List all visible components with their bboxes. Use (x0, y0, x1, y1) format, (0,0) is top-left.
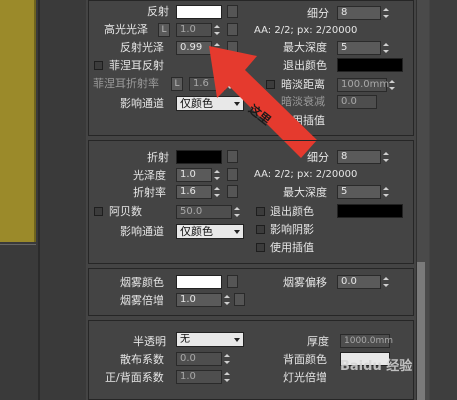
fog-bias-label: 烟雾偏移 (283, 276, 327, 289)
reflection-label: 反射 (147, 5, 169, 18)
refr-gloss-label: 光泽度 (133, 169, 166, 182)
refl-max-depth-spinner[interactable]: 5 (337, 41, 381, 55)
viewport-yellow-object (0, 0, 36, 242)
light-mult-label: 灯光倍增 (283, 371, 327, 384)
fresnel-ior-label: 菲涅耳折射率 (93, 77, 159, 90)
refr-gloss-spinner[interactable]: 1.0 (176, 168, 212, 182)
refr-exit-color-label: 退出颜色 (270, 205, 314, 218)
refr-use-interp-checkbox[interactable] (256, 243, 265, 252)
abbe-arrows-icon[interactable] (232, 205, 241, 219)
refr-subdivs-spinner[interactable]: 8 (337, 150, 381, 164)
viewport-frame (38, 0, 40, 400)
fog-bias-arrows-icon[interactable] (381, 275, 390, 289)
right-panel-edge (430, 0, 457, 400)
thickness-spinner[interactable]: 1000.0mm (340, 334, 393, 348)
fog-multiplier-spinner[interactable]: 1.0 (176, 293, 222, 307)
watermark: Baidu 经验 (340, 359, 413, 374)
refr-exit-color-checkbox[interactable] (256, 207, 265, 216)
dim-falloff-spinner[interactable]: 0.0 (337, 95, 377, 109)
refr-ior-map-button[interactable] (227, 185, 238, 198)
scatter-label: 散布系数 (120, 353, 164, 366)
refr-aa-text: AA: 2/2; px: 2/20000 (254, 169, 358, 180)
front-back-arrows-icon[interactable] (222, 370, 231, 384)
refr-affect-channels-label: 影响通道 (120, 225, 164, 238)
abbe-spinner[interactable]: 50.0 (176, 205, 232, 219)
thickness-label: 厚度 (307, 335, 329, 348)
highlight-gloss-lock-button[interactable]: L (158, 23, 170, 37)
refr-gloss-map-button[interactable] (227, 168, 238, 181)
fresnel-label: 菲涅耳反射 (109, 59, 164, 72)
translucency-mode-dropdown[interactable]: 无 (176, 332, 244, 347)
dim-distance-spinner[interactable]: 100.0mm (337, 78, 389, 92)
highlight-gloss-arrows-icon[interactable] (212, 23, 221, 37)
refr-max-depth-spinner[interactable]: 5 (337, 185, 381, 199)
fresnel-checkbox[interactable] (94, 61, 103, 70)
refr-affect-channels-value: 仅颜色 (180, 225, 213, 238)
affect-shadows-checkbox[interactable] (256, 225, 265, 234)
refl-gloss-label: 反射光泽 (120, 41, 164, 54)
highlight-gloss-spinner[interactable]: 1.0 (176, 23, 212, 37)
refl-exit-color-swatch[interactable] (337, 58, 403, 72)
translucency-label: 半透明 (133, 335, 166, 348)
refr-max-depth-label: 最大深度 (283, 186, 327, 199)
scatter-spinner[interactable]: 0.0 (176, 352, 222, 366)
fog-multiplier-map-button[interactable] (234, 293, 245, 306)
refr-ior-label: 折射率 (133, 186, 166, 199)
fog-color-map-button[interactable] (227, 275, 238, 288)
scatter-arrows-icon[interactable] (222, 352, 231, 366)
fog-color-label: 烟雾颜色 (120, 276, 164, 289)
refl-subdivs-arrows-icon[interactable] (381, 6, 390, 20)
reflection-color-swatch[interactable] (176, 5, 222, 19)
fresnel-ior-lock-button[interactable]: L (171, 77, 183, 91)
back-color-label: 背面颜色 (283, 353, 327, 366)
refr-affect-channels-dropdown[interactable]: 仅颜色 (176, 224, 244, 239)
translucency-mode-value: 无 (180, 334, 190, 345)
refr-exit-color-swatch[interactable] (337, 204, 403, 218)
refraction-label: 折射 (147, 151, 169, 164)
scrollbar-thumb[interactable] (417, 262, 425, 400)
fog-bias-spinner[interactable]: 0.0 (337, 275, 381, 289)
refl-max-depth-arrows-icon[interactable] (381, 41, 390, 55)
refl-subdivs-label: 细分 (307, 7, 329, 20)
highlight-gloss-map-button[interactable] (227, 23, 238, 36)
refl-subdivs-spinner[interactable]: 8 (337, 6, 381, 20)
chevron-down-icon (234, 230, 240, 234)
refr-ior-arrows-icon[interactable] (212, 185, 221, 199)
fog-multiplier-arrows-icon[interactable] (222, 293, 231, 307)
abbe-label: 阿贝数 (109, 205, 142, 218)
reflection-map-button[interactable] (227, 5, 238, 18)
refraction-map-button[interactable] (227, 150, 238, 163)
refr-ior-spinner[interactable]: 1.6 (176, 185, 212, 199)
refr-max-depth-arrows-icon[interactable] (381, 185, 390, 199)
refr-gloss-arrows-icon[interactable] (212, 168, 221, 182)
highlight-gloss-label: 高光光泽 (104, 23, 148, 36)
refraction-color-swatch[interactable] (176, 150, 222, 164)
front-back-spinner[interactable]: 1.0 (176, 370, 222, 384)
chevron-down-icon (234, 338, 240, 342)
refr-subdivs-arrows-icon[interactable] (381, 150, 390, 164)
abbe-checkbox[interactable] (94, 207, 103, 216)
fog-color-swatch[interactable] (176, 275, 222, 289)
affect-shadows-label: 影响阴影 (270, 223, 314, 236)
viewport-divider (0, 244, 36, 245)
refr-subdivs-label: 细分 (307, 151, 329, 164)
affect-channels-label: 影响通道 (120, 97, 164, 110)
fog-multiplier-label: 烟雾倍增 (120, 294, 164, 307)
dim-distance-arrows-icon[interactable] (387, 78, 396, 92)
refl-aa-text: AA: 2/2; px: 2/20000 (254, 25, 358, 36)
front-back-label: 正/背面系数 (105, 371, 164, 384)
refr-use-interp-label: 使用插值 (270, 241, 314, 254)
